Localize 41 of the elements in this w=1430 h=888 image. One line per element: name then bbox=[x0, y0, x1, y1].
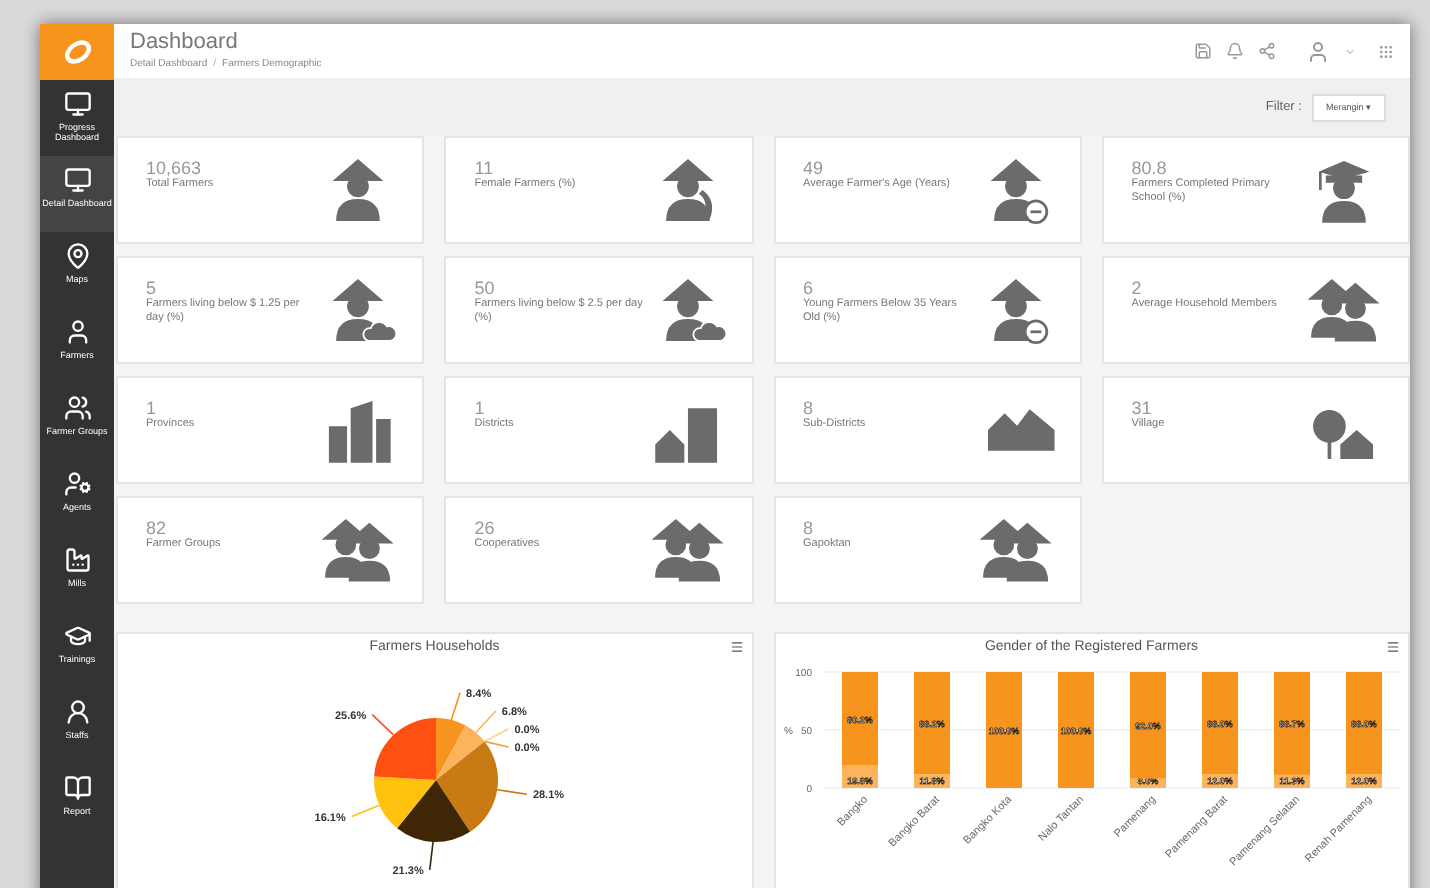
stat-value: 26 bbox=[474, 518, 497, 538]
save-icon[interactable] bbox=[1194, 42, 1212, 60]
stat-value: 31 bbox=[1131, 398, 1154, 418]
logo-icon bbox=[63, 38, 91, 66]
stat-value: 49 bbox=[803, 158, 826, 178]
stat-value: 8 bbox=[803, 398, 816, 418]
stat-value: 8 bbox=[803, 518, 816, 538]
monitor-icon bbox=[63, 166, 91, 194]
stat-value: 10,663 bbox=[146, 158, 204, 178]
person-icon bbox=[63, 698, 91, 726]
stat-value: 82 bbox=[146, 518, 169, 538]
menu-icon[interactable] bbox=[729, 640, 743, 654]
stat-value: 6 bbox=[803, 278, 816, 298]
stat-value: 5 bbox=[146, 278, 159, 298]
chevron-icon[interactable] bbox=[1344, 45, 1356, 57]
book-icon bbox=[63, 774, 91, 802]
monitor-icon bbox=[63, 90, 91, 118]
farmer-icon bbox=[63, 318, 91, 346]
apps-grid-icon[interactable] bbox=[1378, 43, 1394, 59]
map-pin-icon bbox=[63, 242, 91, 270]
share-icon[interactable] bbox=[1258, 42, 1276, 60]
leader-line bbox=[450, 690, 462, 720]
graduation-cap-icon bbox=[63, 622, 91, 650]
leader-line bbox=[496, 787, 529, 794]
page-title: Dashboard bbox=[130, 29, 240, 54]
stat-value: 50 bbox=[474, 278, 497, 298]
avatar-icon[interactable] bbox=[1306, 39, 1330, 63]
notification-icon[interactable] bbox=[1226, 42, 1244, 60]
leader-line bbox=[371, 712, 395, 735]
group-icon bbox=[63, 394, 91, 422]
stat-value: 11 bbox=[474, 158, 496, 178]
leader-line bbox=[351, 803, 381, 817]
stat-value: 80.8 bbox=[1131, 158, 1169, 178]
leader-line bbox=[429, 840, 435, 870]
factory-icon bbox=[63, 546, 91, 574]
stat-value: 2 bbox=[1131, 278, 1144, 298]
agent-icon bbox=[63, 470, 91, 498]
menu-icon[interactable] bbox=[1386, 640, 1400, 654]
stat-value: 1 bbox=[146, 398, 159, 418]
houses-icon bbox=[988, 408, 1056, 452]
stat-value: 1 bbox=[474, 398, 487, 418]
